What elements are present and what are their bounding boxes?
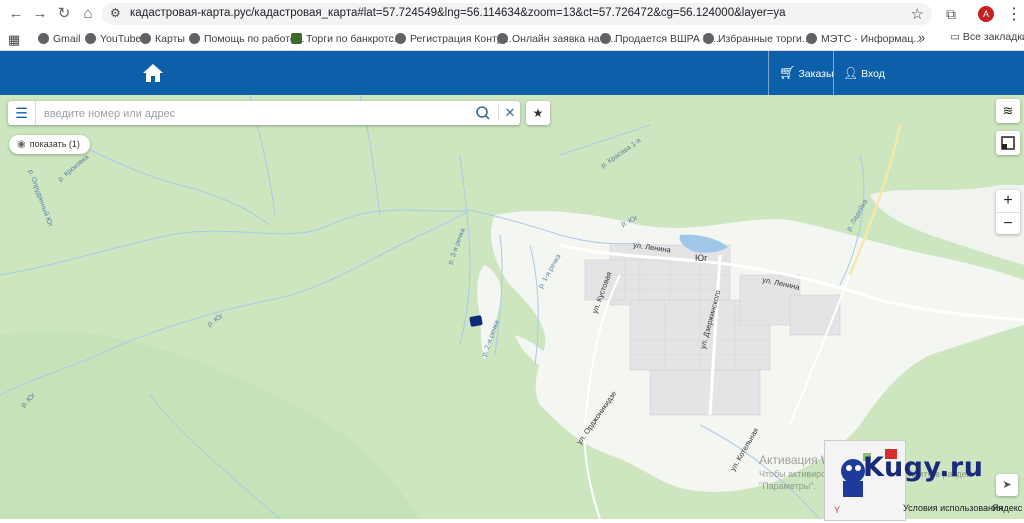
user-icon: 👤︎ xyxy=(843,66,859,80)
bookmark-maps[interactable]: Карты xyxy=(140,31,185,47)
cadastral-parcel-marker[interactable] xyxy=(469,315,483,327)
extensions-icon[interactable]: ⧉ xyxy=(942,5,960,23)
bookmark-auctions[interactable]: Торги по банкротс... xyxy=(291,31,402,47)
folder-icon: ▭ xyxy=(950,31,963,43)
search-input[interactable] xyxy=(42,104,466,124)
globe-icon xyxy=(38,33,49,44)
url-text[interactable]: кадастровая-карта.рус/кадастровая_карта#… xyxy=(130,7,786,19)
home-icon[interactable] xyxy=(141,61,165,85)
auction-icon xyxy=(291,33,302,44)
address-bar[interactable]: ⚙ кадастровая-карта.рус/кадастровая_карт… xyxy=(102,3,932,25)
home-browser-icon[interactable]: ⌂ xyxy=(78,4,98,24)
bookmark-youtube[interactable]: YouTube xyxy=(85,31,141,47)
search-divider xyxy=(498,105,499,121)
bookmarks-bar: ▦ Gmail YouTube Карты Помощь по работе..… xyxy=(0,28,1024,51)
globe-icon xyxy=(189,33,200,44)
fullscreen-icon[interactable] xyxy=(996,131,1020,155)
globe-icon xyxy=(395,33,406,44)
globe-icon xyxy=(140,33,151,44)
site-settings-icon[interactable]: ⚙ xyxy=(110,6,121,20)
show-layers-button[interactable]: ◉ показать (1) xyxy=(9,135,90,154)
search-icon[interactable] xyxy=(473,103,493,123)
orders-button[interactable]: 🛒︎ Заказы xyxy=(779,51,834,95)
bookmark-star-icon[interactable]: ☆ xyxy=(911,5,924,23)
zoom-in-button[interactable]: + xyxy=(996,190,1020,213)
favorites-star-button[interactable]: ★ xyxy=(526,101,550,125)
bookmark-application[interactable]: Онлайн заявка на з... xyxy=(497,31,616,47)
layers-icon[interactable]: ≋ xyxy=(996,99,1020,123)
yandex-logo[interactable]: Яндекс xyxy=(992,503,1022,513)
cart-icon: 🛒︎ xyxy=(779,65,796,80)
kugy-logo-text: Kugy.ru xyxy=(863,452,984,483)
bookmark-mets[interactable]: МЭТС - Информац... xyxy=(806,31,922,47)
browser-menu-icon[interactable]: ⋮ xyxy=(1006,4,1022,24)
forward-icon[interactable]: → xyxy=(30,4,50,24)
town-label: Юг xyxy=(695,253,708,263)
site-header: 🛒︎ Заказы 👤︎ Вход xyxy=(0,51,1024,95)
bookmark-favorites[interactable]: Избранные торги... xyxy=(703,31,811,47)
login-button[interactable]: 👤︎ Вход xyxy=(843,51,885,95)
bookmark-gmail[interactable]: Gmail xyxy=(38,31,80,47)
globe-icon xyxy=(703,33,714,44)
menu-icon[interactable]: ☰ xyxy=(8,101,36,125)
zoom-control: + − xyxy=(996,190,1020,234)
clear-icon[interactable]: ✕ xyxy=(501,102,519,124)
globe-icon xyxy=(806,33,817,44)
zoom-out-button[interactable]: − xyxy=(996,213,1020,235)
bookmark-sale[interactable]: Продается ВШРА П... xyxy=(600,31,719,47)
back-icon[interactable]: ← xyxy=(6,4,26,24)
profile-avatar[interactable]: A xyxy=(978,6,994,22)
eye-icon: ◉ xyxy=(17,139,26,150)
search-bar: ☰ ✕ xyxy=(8,101,520,125)
apps-grid-icon[interactable]: ▦ xyxy=(8,32,20,48)
globe-icon xyxy=(85,33,96,44)
header-divider xyxy=(833,51,834,95)
bookmark-help[interactable]: Помощь по работе... xyxy=(189,31,305,47)
terms-link[interactable]: Условия использования xyxy=(903,503,1003,513)
all-bookmarks[interactable]: ▭ Все закладки xyxy=(950,31,1024,43)
more-bookmarks-icon[interactable]: » xyxy=(918,30,925,45)
svg-text:Y: Y xyxy=(834,505,840,515)
bookmark-registration[interactable]: Регистрация Контр... xyxy=(395,31,511,47)
globe-icon xyxy=(497,33,508,44)
globe-icon xyxy=(600,33,611,44)
browser-toolbar: ← → ↻ ⌂ ⚙ кадастровая-карта.рус/кадастро… xyxy=(0,0,1024,28)
header-divider xyxy=(768,51,769,95)
geolocation-icon[interactable]: ➤ xyxy=(996,474,1018,496)
reload-icon[interactable]: ↻ xyxy=(54,4,74,24)
